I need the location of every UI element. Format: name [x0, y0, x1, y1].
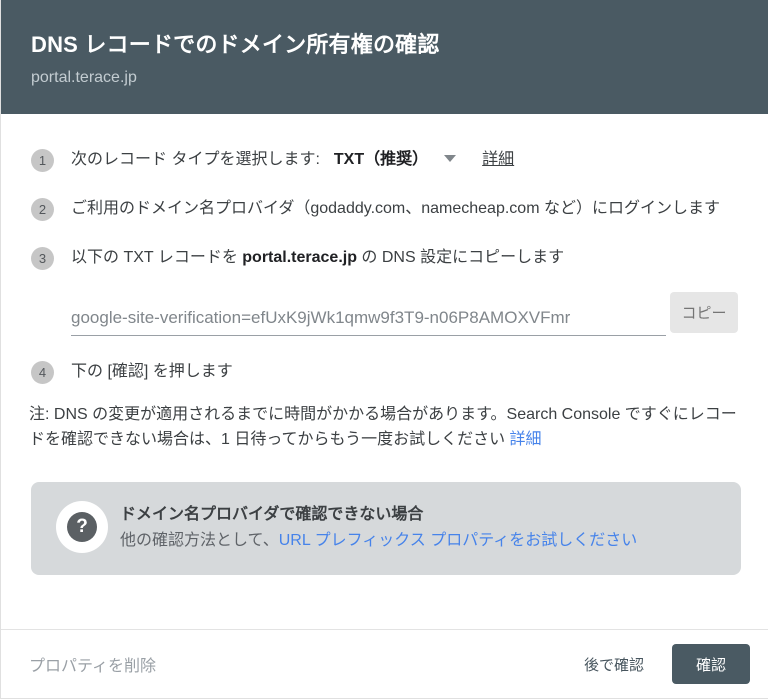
dialog-footer: プロパティを削除 後で確認 確認 [1, 629, 768, 698]
property-domain: portal.terace.jp [31, 69, 738, 87]
record-type-dropdown[interactable]: TXT（推奨） [334, 151, 456, 168]
step-1-text-row: 次のレコード タイプを選択します: TXT（推奨） 詳細 [71, 148, 514, 172]
step-3-text-after: の DNS 設定にコピーします [357, 249, 564, 266]
step-2-text: ご利用のドメイン名プロバイダ（godaddy.com、namecheap.com… [71, 197, 720, 221]
step-3-text-row: 以下の TXT レコードを portal.terace.jp の DNS 設定に… [71, 246, 564, 270]
help-box-body-prefix: 他の確認方法として、 [120, 532, 279, 549]
step-1: 1 次のレコード タイプを選択します: TXT（推奨） 詳細 [31, 148, 738, 172]
help-box-body: 他の確認方法として、URL プレフィックス プロパティをお試しください [120, 529, 637, 553]
help-box-title: ドメイン名プロバイダで確認できない場合 [120, 503, 637, 527]
url-prefix-property-link[interactable]: URL プレフィックス プロパティをお試しください [279, 532, 638, 549]
dns-propagation-note: 注: DNS の変更が適用されるまでに時間がかかる場合があります。Search … [29, 402, 738, 452]
note-details-link[interactable]: 詳細 [510, 431, 542, 448]
dialog-title: DNS レコードでのドメイン所有権の確認 [31, 27, 738, 59]
record-type-details-link[interactable]: 詳細 [482, 151, 514, 168]
step-2: 2 ご利用のドメイン名プロバイダ（godaddy.com、namecheap.c… [31, 197, 738, 221]
step-1-number-badge: 1 [31, 149, 54, 172]
copy-button[interactable]: コピー [670, 292, 738, 333]
txt-record-value[interactable]: google-site-verification=efUxK9jWk1qmw9f… [71, 308, 666, 336]
step-3-number-badge: 3 [31, 247, 54, 270]
note-text: 注: DNS の変更が適用されるまでに時間がかかる場合があります。Search … [29, 406, 737, 448]
step-3-text-before: 以下の TXT レコードを [71, 249, 242, 266]
step-1-text: 次のレコード タイプを選択します: [71, 151, 320, 168]
record-type-selected-value: TXT（推奨） [334, 151, 428, 168]
txt-record-row: google-site-verification=efUxK9jWk1qmw9f… [71, 292, 738, 336]
help-icon: ? [56, 501, 108, 553]
dialog-body: 1 次のレコード タイプを選択します: TXT（推奨） 詳細 2 ご利用のドメイン名… [1, 114, 768, 629]
help-box-text: ドメイン名プロバイダで確認できない場合 他の確認方法として、URL プレフィック… [120, 501, 637, 553]
dropdown-arrow-icon [444, 155, 456, 162]
dns-verification-dialog: DNS レコードでのドメイン所有権の確認 portal.terace.jp 1 … [0, 0, 768, 699]
step-4-text: 下の [確認] を押します [71, 360, 233, 384]
step-3-domain: portal.terace.jp [242, 249, 357, 266]
step-4: 4 下の [確認] を押します [31, 360, 738, 384]
dialog-header: DNS レコードでのドメイン所有権の確認 portal.terace.jp [1, 0, 768, 114]
step-4-number-badge: 4 [31, 361, 54, 384]
step-3: 3 以下の TXT レコードを portal.terace.jp の DNS 設… [31, 246, 738, 270]
step-2-number-badge: 2 [31, 198, 54, 221]
help-box: ? ドメイン名プロバイダで確認できない場合 他の確認方法として、URL プレフィ… [31, 482, 741, 575]
verify-later-button[interactable]: 後で確認 [580, 646, 648, 683]
verify-button[interactable]: 確認 [672, 644, 750, 684]
question-mark-icon: ? [67, 512, 97, 542]
remove-property-button[interactable]: プロパティを削除 [29, 652, 156, 676]
